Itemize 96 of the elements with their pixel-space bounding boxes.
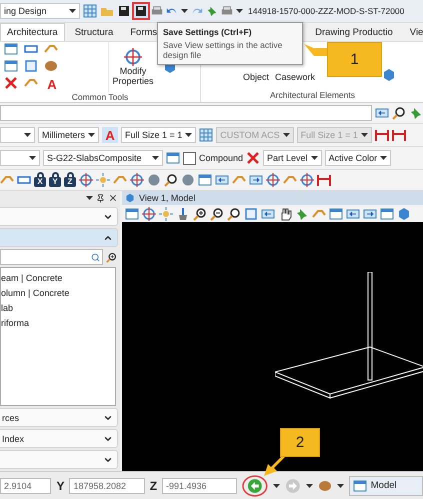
- attribute-dropdown[interactable]: Active Color: [324, 150, 392, 166]
- magnifier-icon[interactable]: [392, 106, 406, 120]
- window-icon[interactable]: [4, 59, 18, 73]
- cube-icon[interactable]: [125, 193, 135, 203]
- close-icon[interactable]: [108, 193, 118, 203]
- window-icon[interactable]: [166, 151, 180, 165]
- list-item[interactable]: riforma: [1, 318, 115, 328]
- caret-icon[interactable]: [86, 196, 93, 200]
- group-label: Common Tools: [70, 92, 130, 102]
- target-icon[interactable]: [79, 173, 93, 187]
- panel-section-header[interactable]: Index: [0, 429, 118, 448]
- units-dropdown[interactable]: Millimeters: [38, 127, 100, 143]
- frame-icon[interactable]: [317, 173, 331, 187]
- callout-badge: 2: [280, 428, 320, 457]
- x-coordinate-field[interactable]: 2.9104: [0, 478, 52, 494]
- sun-icon[interactable]: [159, 206, 173, 220]
- brush-icon[interactable]: [176, 206, 190, 220]
- window-title: 144918-1570-000-ZZZ-MOD-S-ST-72000: [248, 6, 404, 16]
- magnifier-icon[interactable]: [227, 206, 241, 220]
- cube-icon[interactable]: [382, 68, 396, 82]
- printer-icon[interactable]: [151, 5, 163, 17]
- zoom-out-icon[interactable]: [210, 206, 224, 220]
- search-field[interactable]: [0, 249, 103, 265]
- list-item[interactable]: olumn | Concrete: [1, 288, 115, 298]
- callout-arrow: [303, 41, 329, 59]
- workflow-dropdown[interactable]: ing Design: [0, 3, 80, 19]
- level-dropdown[interactable]: S-G22-SlabsComposite: [43, 150, 163, 166]
- object-button[interactable]: Object: [243, 72, 270, 82]
- modify-properties-button[interactable]: Modify Properties: [111, 48, 155, 86]
- target-icon[interactable]: [124, 48, 142, 66]
- tooltip-text: Save View settings in the active design file: [163, 40, 284, 60]
- caret-icon[interactable]: [181, 9, 188, 13]
- back-button[interactable]: [242, 474, 268, 496]
- callout-badge: 1: [327, 42, 382, 77]
- axis-label: Y: [56, 478, 64, 492]
- casework-button[interactable]: Casework: [275, 72, 316, 82]
- tooltip-title: Save Settings (Ctrl+F): [163, 27, 253, 37]
- caret-icon[interactable]: [272, 484, 280, 488]
- frame-icon[interactable]: [374, 128, 389, 142]
- scale-dropdown[interactable]: Full Size 1 = 1: [121, 127, 196, 143]
- ribbon-tab[interactable]: Structura: [68, 23, 120, 41]
- panel-section-header[interactable]: rces: [0, 408, 118, 427]
- grid-icon[interactable]: [199, 128, 214, 142]
- attribute-dropdown[interactable]: Part Level: [263, 150, 322, 166]
- ribbon-tab[interactable]: Architectura: [0, 23, 65, 41]
- ribbon-tab[interactable]: Vie: [402, 23, 423, 41]
- window-icon[interactable]: [329, 206, 343, 220]
- zoom-in-icon[interactable]: [193, 206, 207, 220]
- caret-icon[interactable]: [24, 133, 31, 137]
- pushpin-icon[interactable]: [206, 5, 218, 17]
- list-item[interactable]: lab: [1, 303, 115, 313]
- ribbon-tab[interactable]: Drawing Productio: [308, 23, 400, 41]
- compound-checkbox[interactable]: [183, 152, 196, 164]
- window-icon[interactable]: [4, 42, 18, 56]
- caret-icon[interactable]: [185, 133, 192, 137]
- caret-icon[interactable]: [152, 156, 159, 160]
- dropdown[interactable]: [0, 150, 40, 166]
- caret-icon[interactable]: [29, 156, 36, 160]
- window-icon[interactable]: [198, 173, 212, 187]
- search-icon[interactable]: [91, 252, 100, 262]
- view-title: View 1, Model: [139, 193, 196, 203]
- text-style-button[interactable]: A: [44, 76, 60, 92]
- target-icon[interactable]: [300, 173, 314, 187]
- target-icon[interactable]: [130, 173, 144, 187]
- list-item[interactable]: eam | Concrete: [1, 273, 115, 283]
- caret-icon[interactable]: [69, 9, 76, 13]
- save-settings-button[interactable]: [134, 4, 148, 18]
- compound-label: Compound: [199, 153, 244, 163]
- z-coordinate-field[interactable]: -991.4936: [162, 478, 238, 494]
- caret-icon[interactable]: [88, 133, 96, 137]
- window-icon[interactable]: [352, 478, 367, 492]
- grid-icon[interactable]: [83, 4, 97, 18]
- frame-icon[interactable]: [392, 128, 406, 142]
- caret-icon[interactable]: [306, 484, 313, 488]
- axis-label: Z: [150, 478, 158, 492]
- window-icon[interactable]: [125, 206, 139, 220]
- pin-icon[interactable]: [96, 194, 105, 202]
- group-label: Architectural Elements: [268, 90, 356, 102]
- magnifier-icon[interactable]: [164, 173, 178, 187]
- y-coordinate-field[interactable]: 187958.2082: [69, 478, 145, 494]
- target-icon[interactable]: [142, 206, 156, 220]
- caret-icon[interactable]: [336, 484, 344, 488]
- cross-icon[interactable]: [246, 151, 260, 165]
- caret-icon[interactable]: [310, 156, 318, 160]
- window-icon[interactable]: [380, 206, 394, 220]
- zoom-in-icon[interactable]: [106, 252, 117, 262]
- text-style-button[interactable]: A: [102, 127, 118, 143]
- cross-icon[interactable]: [4, 76, 18, 90]
- sun-icon[interactable]: [96, 173, 110, 187]
- model-dropdown[interactable]: Model: [348, 476, 423, 496]
- caret-icon[interactable]: [380, 156, 388, 160]
- target-icon[interactable]: [266, 173, 280, 187]
- command-field[interactable]: [0, 105, 372, 121]
- square-icon[interactable]: [24, 59, 38, 73]
- caret-icon[interactable]: [236, 9, 243, 13]
- dropdown[interactable]: [0, 127, 35, 143]
